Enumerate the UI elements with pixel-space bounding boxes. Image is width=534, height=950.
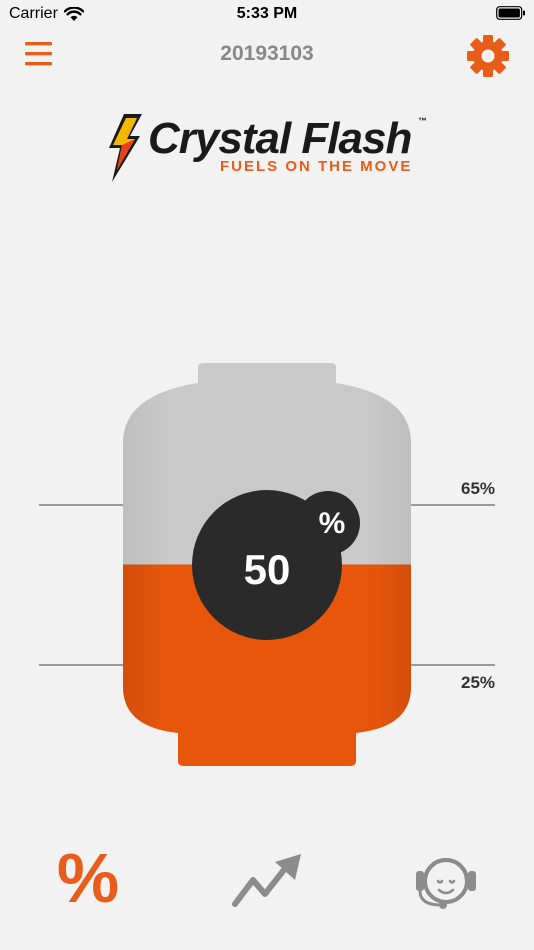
tank-gauge: 65% 25% 50 % (0, 355, 534, 775)
level-value: 50 (244, 546, 291, 593)
headset-support-icon (416, 858, 476, 909)
logo-trademark: ™ (418, 116, 427, 126)
trend-chart-icon (232, 854, 301, 907)
tab-trends[interactable] (227, 843, 307, 913)
settings-button[interactable] (466, 34, 510, 78)
propane-tank: 50 % (123, 363, 411, 766)
percent-icon: % (56, 839, 120, 917)
lightning-bolt-icon (109, 114, 142, 182)
gear-icon (467, 35, 509, 77)
logo-wordmark: Crystal Flash (148, 114, 412, 163)
status-bar: Carrier 5:33 PM (0, 0, 534, 28)
status-time: 5:33 PM (236, 5, 298, 22)
bottom-tab-bar: % (0, 835, 534, 925)
page-title: 20193103 (220, 42, 314, 65)
navigation-bar: 20193103 (0, 28, 534, 84)
tab-support[interactable] (406, 843, 486, 913)
battery-icon (496, 6, 525, 20)
logo-tagline: FUELS ON THE MOVE (220, 158, 413, 175)
level-unit: % (319, 507, 346, 540)
brand-logo: Crystal Flash ™ FUELS ON THE MOVE (100, 110, 440, 184)
tab-percentage[interactable]: % (48, 843, 128, 913)
